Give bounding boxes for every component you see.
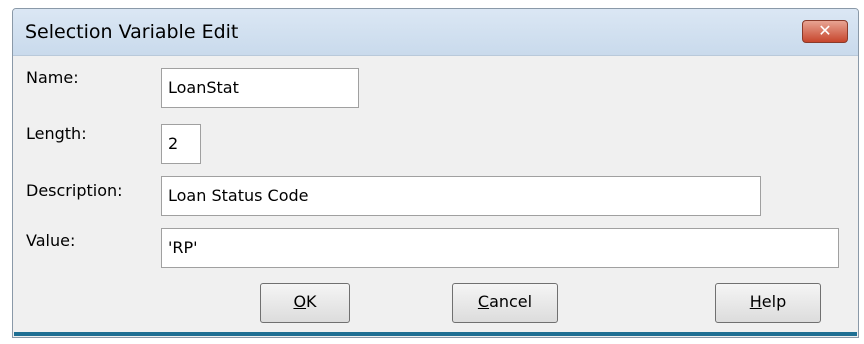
cancel-button[interactable]: Cancel: [452, 283, 558, 323]
description-field[interactable]: Loan Status Code: [161, 176, 761, 216]
name-field[interactable]: LoanStat: [161, 68, 359, 108]
description-label: Description:: [26, 181, 123, 200]
value-label: Value:: [26, 231, 76, 250]
value-field[interactable]: 'RP': [161, 228, 839, 268]
dialog-body: Name: LoanStat Length: 2 Description: Lo…: [14, 56, 857, 336]
help-button-label: elp: [761, 292, 787, 311]
ok-button-label: K: [306, 292, 317, 311]
close-button[interactable]: ✕: [802, 20, 848, 43]
dialog-title: Selection Variable Edit: [25, 21, 239, 43]
help-button-access-key: H: [749, 292, 762, 311]
window-bottom-border: [14, 332, 857, 336]
ok-button-access-key: O: [293, 292, 307, 311]
length-field[interactable]: 2: [161, 124, 201, 164]
ok-button[interactable]: OK: [260, 283, 350, 323]
close-icon: ✕: [818, 21, 832, 40]
name-label: Name:: [26, 68, 79, 87]
length-label: Length:: [26, 124, 87, 143]
cancel-button-access-key: C: [477, 292, 490, 311]
title-bar[interactable]: Selection Variable Edit ✕: [13, 9, 858, 56]
help-button[interactable]: Help: [715, 283, 821, 323]
cancel-button-label: ancel: [489, 292, 533, 311]
selection-variable-edit-dialog: Selection Variable Edit ✕ Name: LoanStat…: [12, 8, 859, 338]
